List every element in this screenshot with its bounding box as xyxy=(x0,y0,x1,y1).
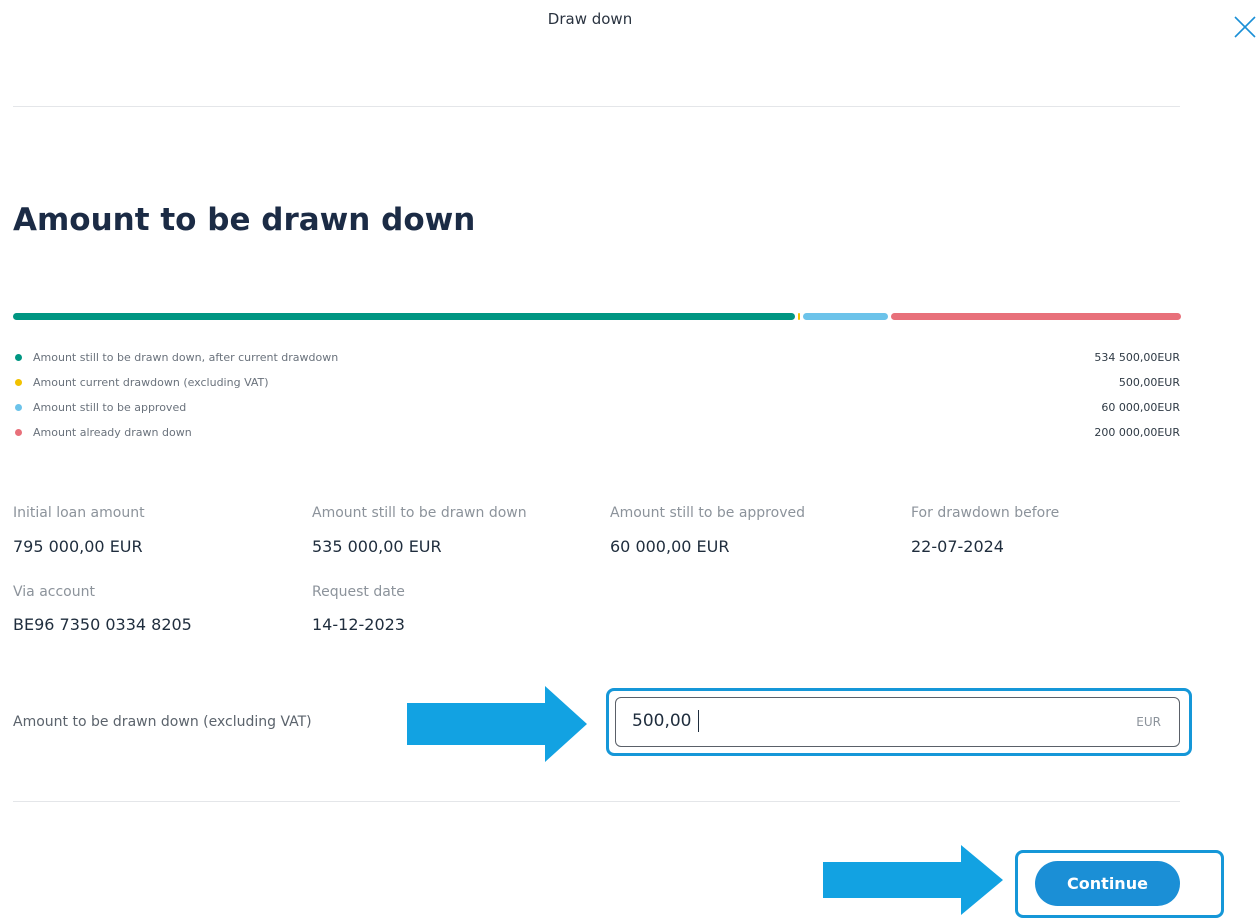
bar-segment-current xyxy=(797,313,800,320)
drawdown-before-value: 22-07-2024 xyxy=(911,537,1004,556)
continue-button[interactable]: Continue xyxy=(1035,861,1180,906)
bar-segment-to-approve xyxy=(802,313,888,320)
via-account-label: Via account xyxy=(13,584,95,600)
legend-item: Amount still to be drawn down, after cur… xyxy=(13,349,1180,367)
still-to-approve-value: 60 000,00 EUR xyxy=(610,537,730,556)
amount-input[interactable]: 500,00 EUR xyxy=(615,697,1180,747)
legend-item: Amount still to be approved 60 000,00EUR xyxy=(13,399,1180,417)
close-button[interactable] xyxy=(1232,14,1258,40)
legend-dot xyxy=(15,404,22,411)
amount-unit: EUR xyxy=(1136,715,1161,729)
bar-segment-drawn xyxy=(890,313,1182,320)
bar-segment-remaining xyxy=(13,313,795,320)
legend-label: Amount current drawdown (excluding VAT) xyxy=(33,376,269,389)
legend-label: Amount still to be drawn down, after cur… xyxy=(33,351,339,364)
legend-dot xyxy=(15,429,22,436)
page-title: Amount to be drawn down xyxy=(13,202,476,238)
legend-dot xyxy=(15,379,22,386)
request-date-value: 14-12-2023 xyxy=(312,615,405,634)
header-divider xyxy=(13,106,1180,107)
still-to-draw-value: 535 000,00 EUR xyxy=(312,537,442,556)
legend-item: Amount current drawdown (excluding VAT) … xyxy=(13,374,1180,392)
text-caret xyxy=(698,710,699,732)
still-to-approve-label: Amount still to be approved xyxy=(610,505,805,521)
initial-loan-label: Initial loan amount xyxy=(13,505,145,521)
legend-label: Amount already drawn down xyxy=(33,426,192,439)
legend-item: Amount already drawn down 200 000,00EUR xyxy=(13,424,1180,442)
arrow-right-icon xyxy=(823,845,1003,915)
still-to-draw-label: Amount still to be drawn down xyxy=(312,505,527,521)
legend-value: 534 500,00EUR xyxy=(1094,351,1180,364)
legend-label: Amount still to be approved xyxy=(33,401,187,414)
legend-value: 200 000,00EUR xyxy=(1094,426,1180,439)
legend-value: 60 000,00EUR xyxy=(1101,401,1180,414)
footer-divider xyxy=(13,801,1180,802)
arrow-right-icon xyxy=(407,686,587,762)
legend-dot xyxy=(15,354,22,361)
legend-value: 500,00EUR xyxy=(1118,376,1180,389)
drawdown-before-label: For drawdown before xyxy=(911,505,1060,521)
close-icon xyxy=(1234,16,1256,38)
via-account-value: BE96 7350 0334 8205 xyxy=(13,615,192,634)
dialog-title: Draw down xyxy=(547,10,633,28)
request-date-label: Request date xyxy=(312,584,405,600)
initial-loan-value: 795 000,00 EUR xyxy=(13,537,143,556)
amount-input-value[interactable]: 500,00 xyxy=(632,711,691,731)
amount-field-label: Amount to be drawn down (excluding VAT) xyxy=(13,714,312,730)
